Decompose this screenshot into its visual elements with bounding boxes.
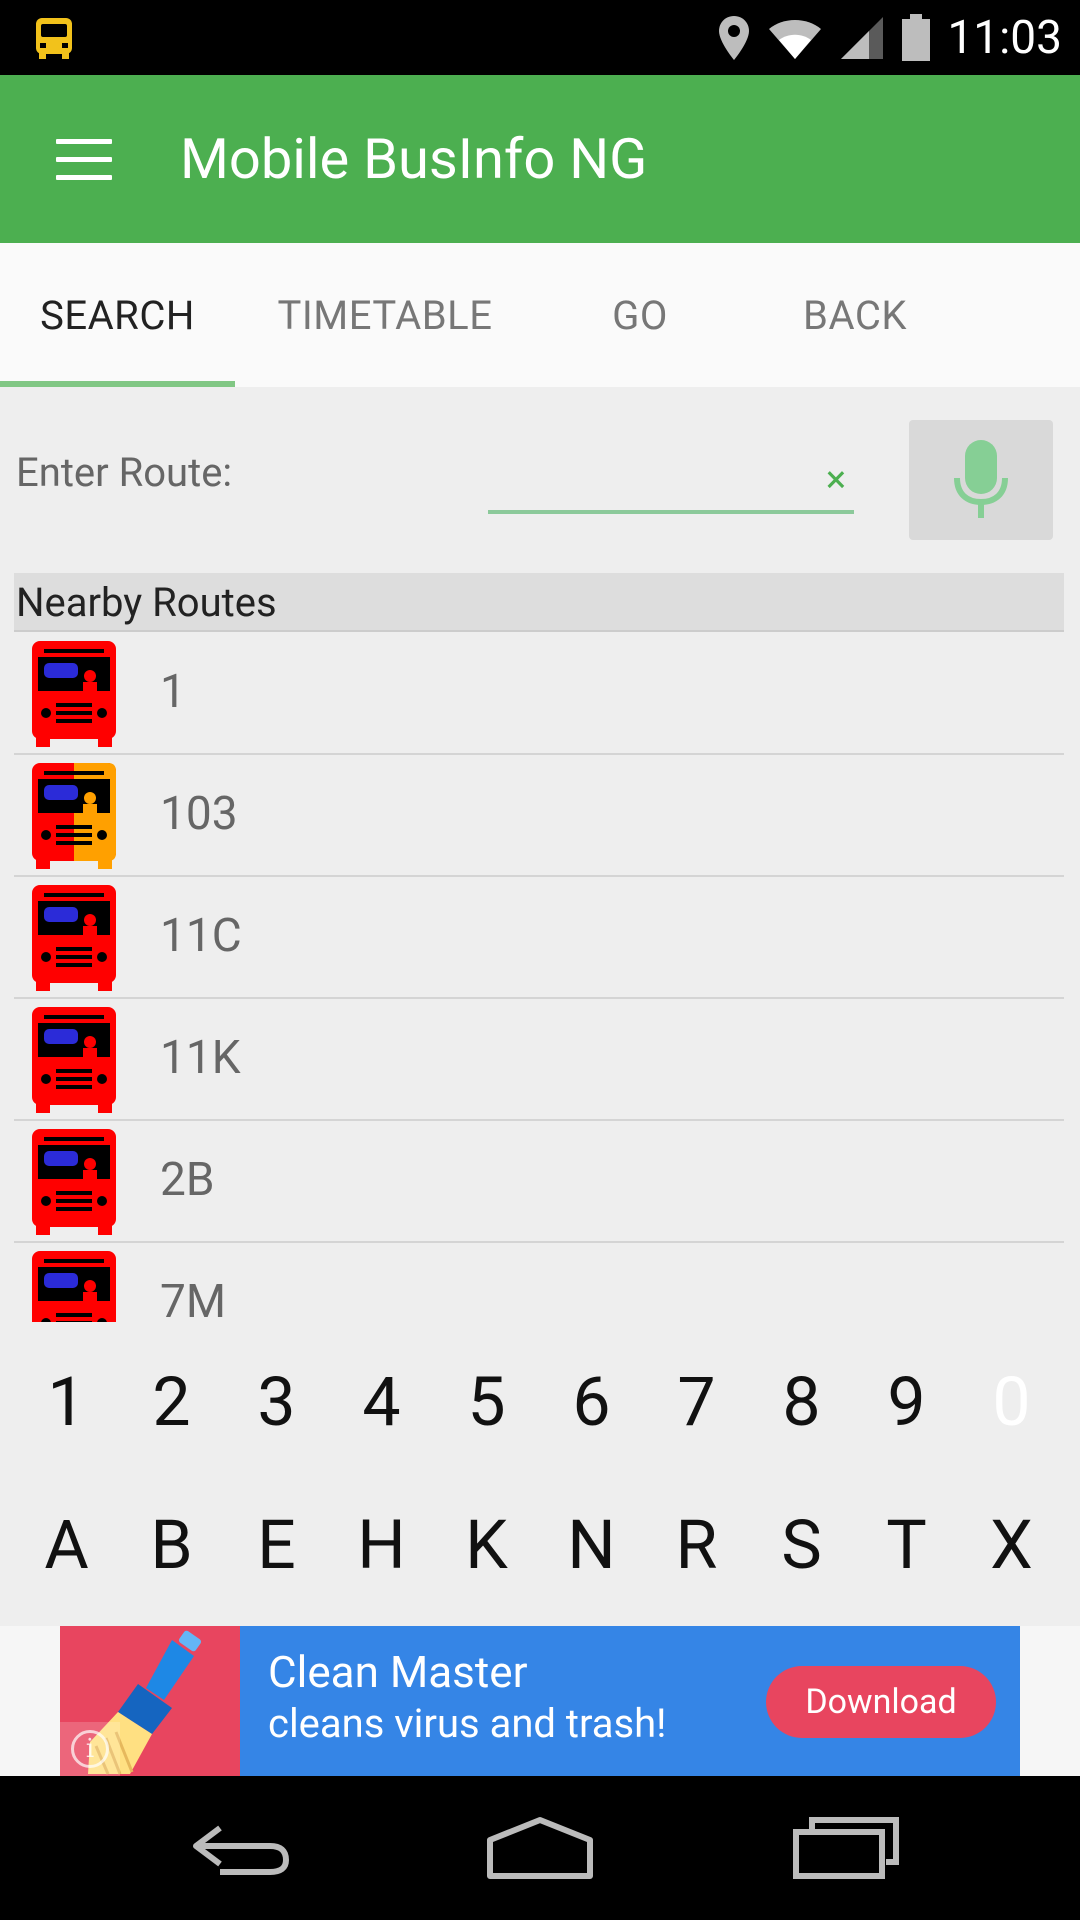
ad-download-button[interactable]: Download [766, 1666, 996, 1738]
key-7[interactable]: 7 [644, 1362, 749, 1442]
route-number: 11C [160, 909, 242, 963]
location-icon [719, 15, 750, 60]
wifi-icon [769, 19, 822, 59]
list-item[interactable]: 103 [14, 755, 1064, 877]
red-bus-icon [32, 1251, 116, 1322]
key-0[interactable]: 0 [959, 1362, 1064, 1442]
key-5[interactable]: 5 [434, 1362, 539, 1442]
tab-timetable[interactable]: TIMETABLE [260, 243, 510, 387]
route-number: 11K [160, 1031, 241, 1085]
ad-headline: Clean Master [268, 1646, 528, 1698]
red-orange-bus-icon [32, 763, 116, 869]
key-S[interactable]: S [749, 1505, 854, 1585]
battery-icon [902, 13, 931, 61]
route-number: 7M [160, 1275, 227, 1322]
status-bar: 11:03 [0, 0, 1080, 75]
list-item[interactable]: 11K [14, 999, 1064, 1121]
bus-app-icon [36, 18, 72, 59]
route-number: 103 [160, 787, 238, 841]
ad-info-icon[interactable]: i [60, 1722, 120, 1776]
key-4[interactable]: 4 [329, 1362, 434, 1442]
red-bus-icon [32, 641, 116, 747]
list-item[interactable]: 7M [14, 1243, 1064, 1322]
nearby-routes-list: 1 103 11C 11K 2B 7M [14, 633, 1064, 1322]
quick-keypad: 1 2 3 4 5 6 7 8 9 0 A B E H K N R S T X [0, 1322, 1080, 1626]
key-2[interactable]: 2 [119, 1362, 224, 1442]
key-E[interactable]: E [224, 1505, 329, 1585]
enter-route-label: Enter Route: [16, 449, 233, 496]
tab-bar: SEARCH TIMETABLE GO BACK [0, 243, 1080, 387]
red-bus-icon [32, 1007, 116, 1113]
voice-search-button[interactable] [909, 420, 1053, 540]
tab-search[interactable]: SEARCH [0, 243, 235, 387]
key-8[interactable]: 8 [749, 1362, 854, 1442]
ad-subline: cleans virus and trash! [268, 1700, 667, 1747]
signal-icon [841, 16, 884, 59]
hamburger-menu-icon[interactable] [56, 139, 112, 181]
system-nav-bar [0, 1776, 1080, 1920]
key-6[interactable]: 6 [539, 1362, 644, 1442]
clear-input-icon[interactable]: × [818, 458, 854, 502]
tab-back[interactable]: BACK [770, 243, 940, 387]
route-input[interactable] [488, 450, 854, 514]
app-bar: Mobile BusInfo NG [0, 75, 1080, 243]
key-1[interactable]: 1 [14, 1362, 119, 1442]
ad-banner[interactable]: i Clean Master cleans virus and trash! D… [60, 1626, 1020, 1776]
list-item[interactable]: 2B [14, 1121, 1064, 1243]
list-item[interactable]: 1 [14, 633, 1064, 755]
key-3[interactable]: 3 [224, 1362, 329, 1442]
key-T[interactable]: T [854, 1505, 959, 1585]
recents-icon[interactable] [790, 1810, 910, 1886]
key-9[interactable]: 9 [854, 1362, 959, 1442]
status-time: 11:03 [947, 10, 1062, 65]
red-bus-icon [32, 885, 116, 991]
route-number: 1 [160, 665, 186, 719]
app-title: Mobile BusInfo NG [180, 126, 648, 192]
list-item[interactable]: 11C [14, 877, 1064, 999]
back-icon[interactable] [180, 1810, 300, 1886]
key-A[interactable]: A [14, 1505, 119, 1585]
key-N[interactable]: N [539, 1505, 644, 1585]
key-X[interactable]: X [959, 1505, 1064, 1585]
red-bus-icon [32, 1129, 116, 1235]
key-K[interactable]: K [434, 1505, 539, 1585]
microphone-icon [954, 440, 1008, 518]
route-number: 2B [160, 1153, 215, 1207]
key-H[interactable]: H [329, 1505, 434, 1585]
home-icon[interactable] [480, 1810, 600, 1886]
key-R[interactable]: R [644, 1505, 749, 1585]
tab-go[interactable]: GO [560, 243, 720, 387]
key-B[interactable]: B [119, 1505, 224, 1585]
active-tab-indicator [0, 381, 235, 387]
nearby-routes-header: Nearby Routes [14, 573, 1064, 632]
